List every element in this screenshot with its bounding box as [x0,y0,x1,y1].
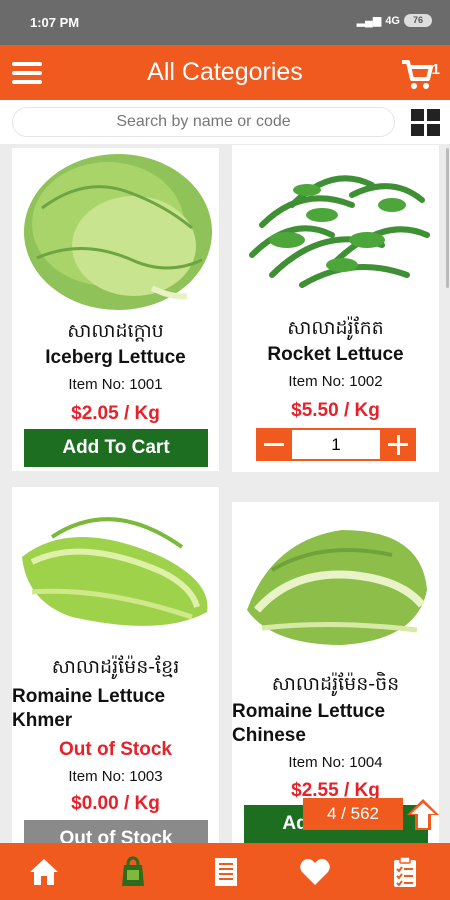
product-price: $0.00 / Kg [71,793,160,814]
scroll-to-top-button[interactable] [403,796,443,832]
status-bar: 1:07 PM ▂▄▆ 4G 76 [0,0,450,45]
product-name: Rocket Lettuce [267,344,404,365]
grocery-bag-icon [122,856,144,886]
product-name: Romaine Lettuce Chinese [232,701,386,746]
receipt-icon [215,858,237,886]
stock-status: Out of Stock [59,739,172,760]
product-khmer-name: សាលាដរ៉ូកែត [287,317,384,339]
product-khmer-name: សាលាដរ៉ូម៉ែន-ខ្មែរ [51,656,180,678]
heart-icon [300,858,330,885]
product-price: $2.05 / Kg [71,403,160,424]
nav-tasks[interactable] [388,855,422,889]
decrease-button[interactable] [256,428,292,461]
status-icons: ▂▄▆ 4G 76 [357,14,432,27]
product-card[interactable]: សាលាដរ៉ូកែត Rocket Lettuce Item No: 1002… [232,145,439,472]
cart-badge: 1 [431,61,440,78]
battery-icon: 76 [404,14,432,27]
grid-view-icon[interactable] [411,109,440,136]
search-input[interactable] [12,107,395,137]
product-name: Romaine Lettuce Khmer [12,686,166,731]
status-time: 1:07 PM [30,15,80,30]
product-item-number: Item No: 1001 [68,376,163,393]
add-to-cart-button[interactable]: Add To Cart [24,429,208,467]
product-image [249,175,430,288]
nav-home[interactable] [27,855,61,889]
bottom-nav [0,843,450,900]
nav-favorites[interactable] [298,855,332,889]
product-item-number: Item No: 1002 [288,373,383,390]
page-indicator: 4 / 562 [303,798,403,830]
scrollbar[interactable] [446,148,449,288]
cart-button[interactable]: 1 [400,55,442,91]
arrow-up-icon [407,799,439,830]
app-bar: All Categories 1 [0,45,450,100]
menu-icon[interactable] [12,62,42,84]
search-bar [0,100,450,144]
minus-icon [264,443,284,446]
product-name: Iceberg Lettuce [45,347,186,368]
quantity-value[interactable]: 1 [292,428,380,461]
product-image [24,154,212,310]
product-item-number: Item No: 1004 [288,754,383,771]
product-khmer-name: សាលាដរ៉ូម៉ែន-ចិន [271,673,400,695]
network-label: 4G [385,14,400,27]
nav-orders[interactable] [209,855,243,889]
product-card[interactable]: សាលាដរ៉ូម៉ែន-ចិន Romaine Lettuce Chinese… [232,502,439,843]
product-item-number: Item No: 1003 [68,768,163,785]
product-image [22,517,208,626]
product-khmer-name: សាលាដក្ដោប [67,320,164,342]
quantity-stepper: 1 [256,428,416,461]
increase-button[interactable] [380,428,416,461]
nav-grocery[interactable] [116,855,150,889]
signal-icon: ▂▄▆ [356,15,382,27]
product-price: $5.50 / Kg [291,400,380,421]
product-card[interactable]: សាលាដក្ដោប Iceberg Lettuce Item No: 1001… [12,148,219,471]
cart-icon [402,60,433,89]
clipboard-icon [394,856,416,887]
home-icon [30,859,58,885]
product-image [247,530,427,645]
page-title: All Categories [147,58,303,86]
product-card[interactable]: សាលាដរ៉ូម៉ែន-ខ្មែរ Romaine Lettuce Khmer… [12,487,219,858]
